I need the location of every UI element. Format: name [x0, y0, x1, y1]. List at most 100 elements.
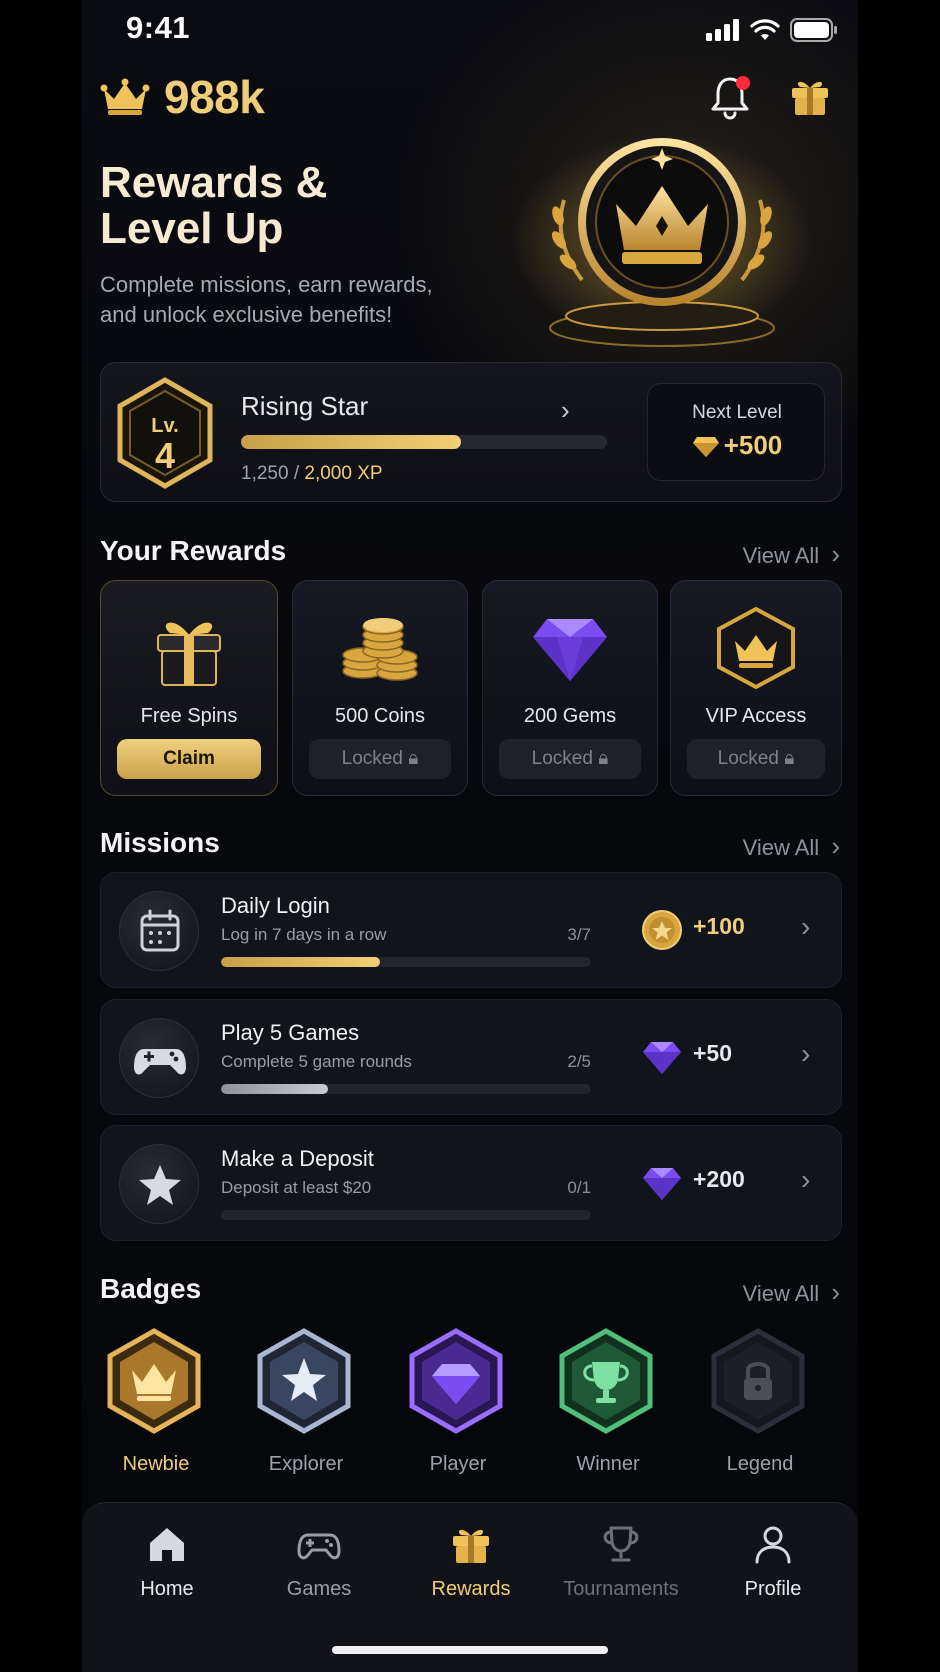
badge-label: Player — [429, 1453, 487, 1475]
gift-button[interactable] — [788, 74, 832, 118]
chevron-right-icon[interactable]: › — [801, 911, 810, 943]
trophy-icon — [603, 1526, 639, 1562]
rewards-view-all[interactable]: View All › — [743, 539, 840, 570]
chevron-right-icon: › — [831, 539, 840, 569]
badge-newbie[interactable]: Newbie — [106, 1328, 206, 1476]
mission-reward: +50 — [693, 1040, 733, 1066]
gift-box-icon — [157, 622, 221, 686]
gem-badge-icon — [409, 1328, 503, 1434]
badge-legend[interactable]: Legend — [710, 1328, 810, 1476]
badge-player[interactable]: Player — [408, 1328, 508, 1476]
next-level-label: Next Level — [692, 402, 782, 423]
mission-daily-login[interactable]: Daily Login Log in 7 days in a row 3/7 +… — [100, 872, 842, 988]
level-name: Rising Star — [241, 391, 369, 421]
badge-winner[interactable]: Winner — [558, 1328, 658, 1476]
level-card[interactable]: Lv. 4 Rising Star › 1,250 / 2,000 XP Nex… — [100, 362, 842, 502]
xp-target: 2,000 XP — [304, 463, 383, 484]
home-indicator — [332, 1646, 608, 1654]
reward-label: 500 Coins — [334, 705, 426, 727]
chevron-right-icon: › — [831, 1277, 840, 1307]
star-icon — [139, 1165, 181, 1205]
chevron-right-icon[interactable]: › — [561, 395, 570, 426]
notifications-button[interactable] — [708, 74, 752, 120]
chevron-right-icon[interactable]: › — [801, 1164, 810, 1196]
calendar-icon — [140, 909, 180, 952]
nav-tournaments[interactable]: Tournaments — [556, 1521, 686, 1601]
page-subtitle: Complete missions, earn rewards, and unl… — [100, 270, 460, 330]
subtitle-line-1: Complete missions, earn rewards, — [100, 272, 433, 297]
title-line-1: Rewards & — [100, 158, 328, 207]
missions-view-all[interactable]: View All › — [743, 831, 840, 862]
gamepad-icon — [297, 1533, 341, 1560]
rewards-title: Your Rewards — [100, 535, 287, 566]
crown-emblem-icon — [512, 135, 812, 347]
page-title: Rewards & Level Up — [100, 160, 420, 252]
star-badge-icon — [257, 1328, 351, 1434]
mission-icon-circle — [119, 891, 199, 971]
trophy-badge-icon — [559, 1328, 653, 1434]
locked-label: Locked — [717, 748, 779, 769]
status-icons — [706, 18, 838, 42]
reward-icon-wrap — [483, 605, 657, 691]
reward-card-free-spins[interactable]: Free Spins Claim — [100, 580, 278, 796]
nav-home[interactable]: Home — [102, 1521, 232, 1601]
nav-label: Profile — [744, 1578, 802, 1600]
xp-current: 1,250 — [241, 463, 289, 484]
nav-profile[interactable]: Profile — [708, 1521, 838, 1601]
reward-icon-wrap — [101, 605, 277, 691]
mission-count: 2/5 — [567, 1052, 591, 1071]
mission-progress-fill — [221, 957, 381, 967]
chevron-right-icon[interactable]: › — [801, 1038, 810, 1070]
next-level-reward: +500 — [648, 430, 826, 461]
subtitle-line-2: and unlock exclusive benefits! — [100, 302, 393, 327]
level-badge: Lv. 4 — [115, 377, 215, 489]
nav-label: Tournaments — [563, 1578, 679, 1600]
missions-title: Missions — [100, 827, 220, 858]
reward-icon-wrap — [671, 605, 841, 691]
gamepad-icon — [134, 1049, 186, 1075]
nav-rewards[interactable]: Rewards — [406, 1521, 536, 1601]
view-all-label: View All — [742, 543, 820, 568]
badge-label: Legend — [726, 1453, 794, 1475]
badges-view-all[interactable]: View All › — [743, 1277, 840, 1308]
claim-button[interactable]: Claim — [117, 739, 261, 779]
nav-games[interactable]: Games — [254, 1521, 384, 1601]
next-level-box: Next Level +500 — [647, 383, 825, 481]
vip-crown-icon — [717, 606, 795, 690]
lock-icon: 🔒︎ — [598, 748, 609, 769]
coin-icon — [642, 910, 682, 950]
gem-icon — [533, 619, 607, 681]
mission-make-deposit[interactable]: Make a Deposit Deposit at least $20 0/1 … — [100, 1125, 842, 1241]
crown-icon — [100, 78, 150, 115]
reward-card-gems[interactable]: 200 Gems Locked 🔒︎ — [482, 580, 658, 796]
lock-icon: 🔒︎ — [784, 748, 795, 769]
mission-icon-circle — [119, 1144, 199, 1224]
status-time: 9:41 — [126, 10, 191, 45]
badge-label: Newbie — [122, 1453, 190, 1475]
battery-icon — [790, 18, 837, 42]
mission-desc: Deposit at least $20 — [221, 1178, 372, 1197]
next-level-value: +500 — [723, 430, 783, 460]
profile-icon — [755, 1526, 791, 1564]
mission-progress-bar — [221, 957, 591, 967]
nav-label: Rewards — [431, 1578, 511, 1600]
balance-value: 988k — [164, 71, 265, 123]
mission-title: Daily Login — [221, 893, 330, 918]
mission-progress-fill — [221, 1084, 329, 1094]
mission-play-games[interactable]: Play 5 Games Complete 5 game rounds 2/5 … — [100, 999, 842, 1115]
coins-icon — [342, 618, 418, 681]
mission-title: Play 5 Games — [221, 1020, 360, 1045]
gem-icon — [643, 1042, 681, 1074]
reward-card-coins[interactable]: 500 Coins Locked 🔒︎ — [292, 580, 468, 796]
badge-explorer[interactable]: Explorer — [256, 1328, 356, 1476]
locked-label: Locked — [341, 748, 403, 769]
reward-card-vip[interactable]: VIP Access Locked 🔒︎ — [670, 580, 842, 796]
balance[interactable]: 988k — [100, 70, 265, 124]
nav-label: Games — [286, 1578, 352, 1600]
lock-badge-icon — [711, 1328, 805, 1434]
locked-button: Locked 🔒︎ — [309, 739, 451, 779]
mission-reward: +100 — [693, 913, 745, 939]
gem-icon — [643, 1168, 681, 1200]
chevron-right-icon: › — [831, 831, 840, 861]
home-icon — [150, 1528, 184, 1561]
